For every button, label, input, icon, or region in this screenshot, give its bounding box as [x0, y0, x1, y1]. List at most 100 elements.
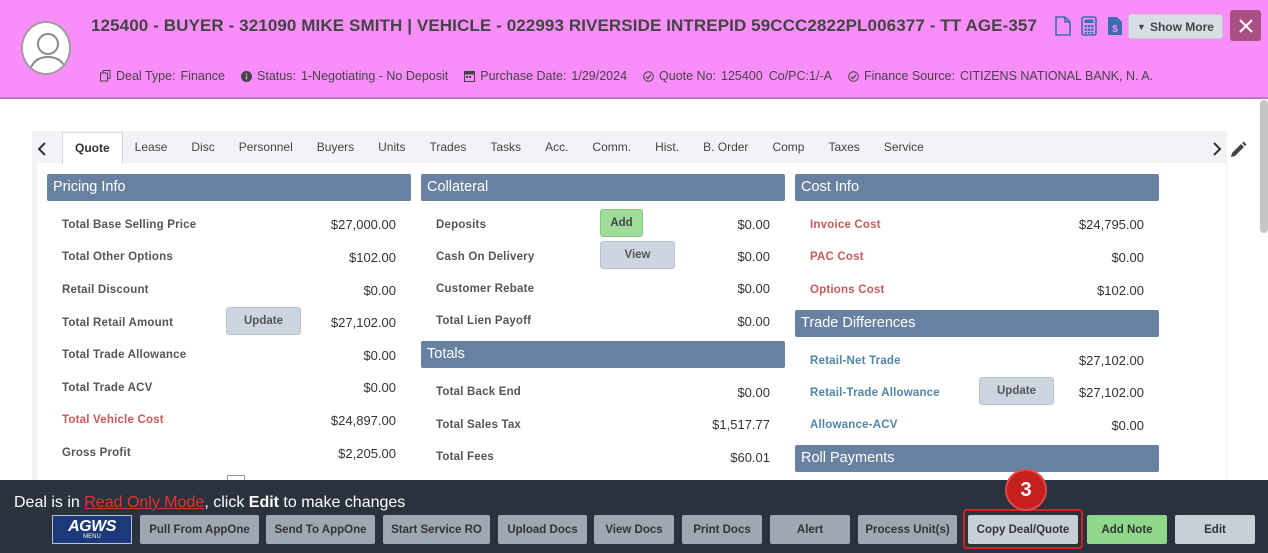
finance-source-value: CITIZENS NATIONAL BANK, N. A.	[959, 69, 1154, 83]
view-docs-button[interactable]: View Docs	[594, 515, 674, 544]
add-note-button[interactable]: Add Note	[1087, 515, 1167, 544]
tab-units[interactable]: Units	[366, 132, 417, 164]
trade-label-retail-net: Retail-Net Trade	[810, 355, 901, 367]
purchase-date-label: Purchase Date:	[480, 69, 567, 83]
read-only-message: Deal is in Read Only Mode, click Edit to…	[14, 494, 405, 512]
copc-value: Co/PC:1/-A	[768, 69, 832, 83]
pricing-label-other: Total Other Options	[62, 251, 173, 263]
read-only-mode-link[interactable]: Read Only Mode	[84, 494, 204, 511]
status-value: 1-Negotiating - No Deposit	[300, 69, 449, 83]
trade-value-retail-net: $27,102.00	[1078, 353, 1144, 368]
tab-trades[interactable]: Trades	[417, 132, 478, 164]
collateral-value-rebate: $0.00	[737, 281, 770, 296]
vertical-scrollbar[interactable]	[1260, 100, 1268, 233]
edit-button[interactable]: Edit	[1175, 515, 1255, 544]
tab-scroll-left[interactable]	[35, 141, 49, 162]
trade-value-retail-allow: $27,102.00	[1078, 385, 1144, 400]
show-more-button[interactable]: ▼ Show More	[1128, 14, 1223, 39]
tab-quote[interactable]: Quote	[62, 132, 123, 164]
pricing-value-vehicle-cost: $24,897.00	[330, 413, 396, 428]
pricing-label-discount: Retail Discount	[62, 284, 149, 296]
tab-lease[interactable]: Lease	[123, 132, 180, 164]
collateral-label-deposits: Deposits	[436, 219, 487, 231]
buyer-avatar	[21, 21, 71, 75]
pricing-value-discount: $0.00	[363, 283, 396, 298]
msg-edit: Edit	[248, 494, 279, 511]
print-docs-button[interactable]: Print Docs	[682, 515, 762, 544]
collateral-value-deposits: $0.00	[737, 217, 770, 232]
tab-personnel[interactable]: Personnel	[227, 132, 305, 164]
pricing-update-button[interactable]: Update	[226, 307, 301, 335]
tab-disc[interactable]: Disc	[179, 132, 226, 164]
process-units-button[interactable]: Process Unit(s)	[858, 515, 957, 544]
totals-label-fees: Total Fees	[436, 451, 495, 463]
deal-type: Deal Type: Finance	[100, 69, 225, 83]
totals-label-tax: Total Sales Tax	[436, 419, 522, 431]
tab-taxes[interactable]: Taxes	[816, 132, 871, 164]
pull-from-appone-button[interactable]: Pull From AppOne	[140, 515, 259, 544]
tab-acc[interactable]: Acc.	[533, 132, 580, 164]
deal-tabs: Quote Lease Disc Personnel Buyers Units …	[62, 132, 936, 164]
cost-label-options: Options Cost	[810, 284, 885, 296]
deal-header: 125400 - BUYER - 321090 MIKE SMITH | VEH…	[0, 0, 1268, 99]
agws-menu-text: MENU	[83, 533, 101, 540]
start-service-ro-button[interactable]: Start Service RO	[383, 515, 490, 544]
pricing-label-retail: Total Retail Amount	[62, 317, 174, 329]
tab-tasks[interactable]: Tasks	[478, 132, 533, 164]
trade-value-allow-acv: $0.00	[1111, 418, 1144, 433]
trade-label-retail-allow: Retail-Trade Allowance	[810, 387, 940, 399]
quote-no: Quote No: 125400 Co/PC:1/-A	[643, 69, 832, 83]
edit-pencil-button[interactable]	[1229, 141, 1247, 164]
tab-b-order[interactable]: B. Order	[691, 132, 760, 164]
pricing-value-base: $27,000.00	[330, 217, 396, 232]
purchase-date: Purchase Date: 1/29/2024	[464, 69, 627, 83]
roll-payments-header: Roll Payments	[795, 445, 1159, 472]
tab-comm[interactable]: Comm.	[580, 132, 643, 164]
check-circle-icon	[848, 70, 859, 82]
calendar-icon	[464, 70, 476, 82]
pricing-label-trade-allow: Total Trade Allowance	[62, 349, 187, 361]
finance-source: Finance Source: CITIZENS NATIONAL BANK, …	[848, 69, 1153, 83]
agws-menu-button[interactable]: AGWS MENU	[52, 515, 132, 544]
tab-scroll-right[interactable]	[1210, 141, 1224, 162]
upload-docs-button[interactable]: Upload Docs	[498, 515, 587, 544]
deal-status: Status: 1-Negotiating - No Deposit	[241, 69, 448, 83]
cost-value-pac: $0.00	[1111, 250, 1144, 265]
collateral-header: Collateral	[421, 174, 785, 201]
document-icon[interactable]	[1055, 16, 1073, 36]
add-deposit-button[interactable]: Add	[600, 209, 643, 237]
totals-label-backend: Total Back End	[436, 386, 522, 398]
purchase-date-value: 1/29/2024	[571, 69, 628, 83]
pricing-label-vehicle-cost: Total Vehicle Cost	[62, 414, 164, 426]
svg-text:$: $	[1112, 24, 1118, 35]
pricing-label-trade-acv: Total Trade ACV	[62, 382, 153, 394]
collateral-value-lien: $0.00	[737, 314, 770, 329]
alert-button[interactable]: Alert	[770, 515, 850, 544]
invoice-dollar-icon[interactable]: $	[1107, 16, 1125, 36]
step-badge: 3	[1005, 469, 1047, 511]
step-highlight-box	[963, 509, 1083, 549]
msg-prefix: Deal is in	[14, 494, 85, 511]
tab-comp[interactable]: Comp	[760, 132, 816, 164]
status-label: Status:	[257, 69, 296, 83]
quote-no-label: Quote No:	[659, 69, 716, 83]
check-circle-icon	[643, 70, 654, 82]
cost-value-options: $102.00	[1097, 283, 1144, 298]
trade-update-button[interactable]: Update	[979, 377, 1054, 405]
agws-logo-text: AGWS	[68, 517, 116, 535]
calculator-icon[interactable]	[1081, 16, 1099, 36]
cost-label-invoice: Invoice Cost	[810, 219, 881, 231]
totals-value-fees: $60.01	[730, 450, 770, 465]
trade-label-allow-acv: Allowance-ACV	[810, 419, 898, 431]
quote-no-value: 125400	[721, 69, 763, 83]
send-to-appone-button[interactable]: Send To AppOne	[266, 515, 375, 544]
close-button[interactable]	[1230, 10, 1261, 41]
tab-hist[interactable]: Hist.	[643, 132, 691, 164]
view-cod-button[interactable]: View	[600, 241, 675, 269]
totals-value-tax: $1,517.77	[712, 417, 770, 432]
tab-service[interactable]: Service	[872, 132, 936, 164]
tab-buyers[interactable]: Buyers	[305, 132, 366, 164]
totals-value-backend: $0.00	[737, 385, 770, 400]
header-actions: $	[1055, 16, 1125, 36]
pricing-value-other: $102.00	[349, 250, 396, 265]
